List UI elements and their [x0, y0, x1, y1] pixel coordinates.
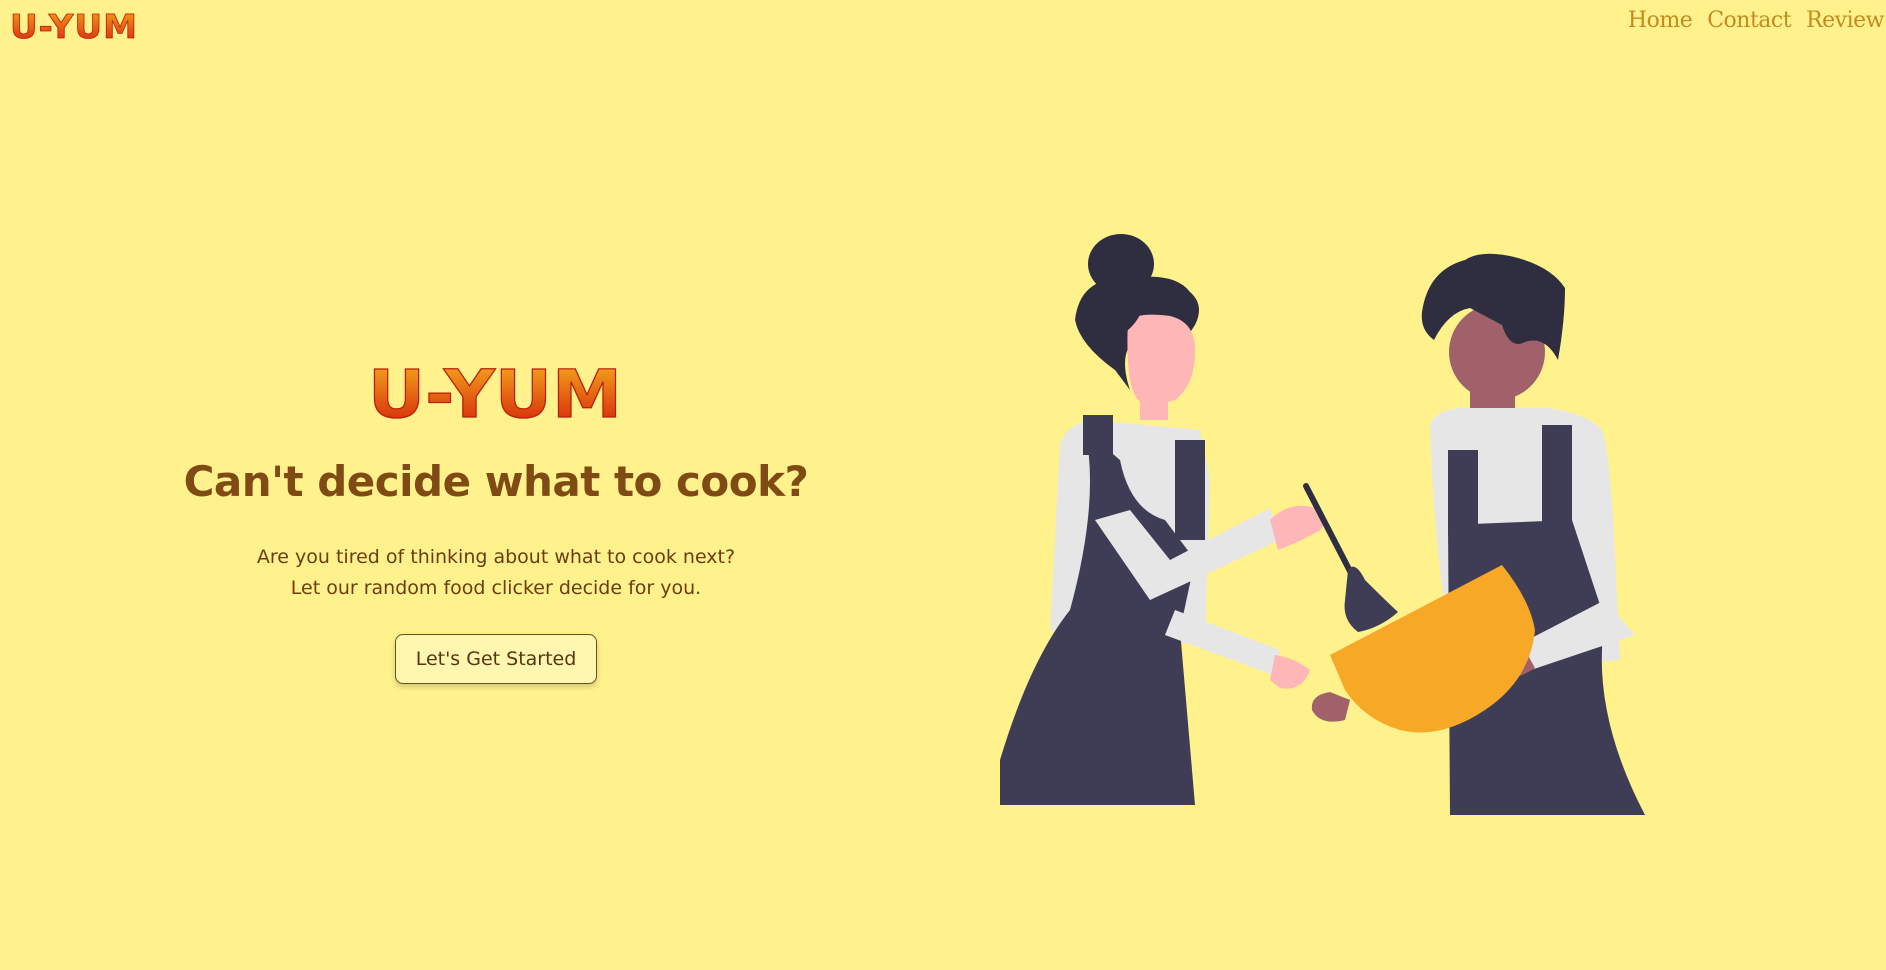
- nav-home-link[interactable]: Home: [1628, 8, 1693, 33]
- whisk-icon: [1303, 483, 1398, 632]
- main-nav: Home Contact Review: [1628, 8, 1885, 33]
- logo-large: U-YUM: [367, 355, 622, 427]
- get-started-button[interactable]: Let's Get Started: [394, 634, 598, 684]
- hero-headline: Can't decide what to cook?: [183, 457, 809, 506]
- two-chefs-cooking-illustration: [1000, 234, 1645, 815]
- page: U-YUM Home Contact Review U-YUM Can't de…: [0, 0, 1886, 970]
- top-navbar: U-YUM Home Contact Review: [0, 0, 1886, 50]
- logo-large-text: U-YUM: [368, 356, 622, 427]
- logo-small-text: U-YUM: [10, 7, 138, 46]
- nav-review-link[interactable]: Review: [1806, 8, 1884, 33]
- hero-description-line-2: Let our random food clicker decide for y…: [290, 577, 702, 599]
- logo-small[interactable]: U-YUM: [10, 6, 138, 46]
- nav-contact-link[interactable]: Contact: [1707, 8, 1791, 33]
- man-chef-figure: [1421, 253, 1645, 815]
- woman-chef-figure: [1000, 234, 1324, 805]
- hero-description: Are you tired of thinking about what to …: [150, 542, 842, 604]
- hero-section: U-YUM Can't decide what to cook? Are you…: [150, 355, 842, 684]
- hero-description-line-1: Are you tired of thinking about what to …: [256, 546, 736, 568]
